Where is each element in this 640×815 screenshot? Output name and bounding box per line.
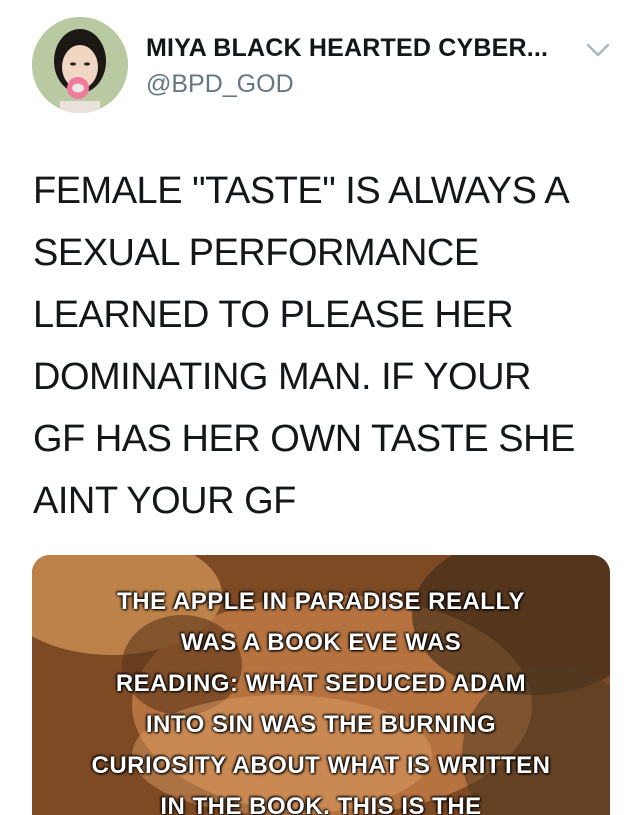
media-caption-line: INTO SIN WAS THE BURNING [145,711,497,738]
chevron-down-icon[interactable] [585,40,611,60]
tweet-media-image[interactable]: THE APPLE IN PARADISE REALLY WAS A BOOK … [32,555,610,815]
author-handle[interactable]: @BPD_GOD [146,70,294,99]
media-caption-line: IN THE BOOK. THIS IS THE [160,793,482,815]
media-caption-line: WAS A BOOK EVE WAS [180,629,462,656]
tweet-text: FEMALE "TASTE" IS ALWAYS A SEXUAL PERFOR… [33,170,575,522]
author-avatar[interactable] [32,17,128,113]
media-caption-line: CURIOSITY ABOUT WHAT IS WRITTEN [91,752,551,779]
media-caption-line: THE APPLE IN PARADISE REALLY [117,588,525,615]
tweet-header: MIYA BLACK HEARTED CYBER... @BPD_GOD [0,0,640,130]
media-caption: THE APPLE IN PARADISE REALLY WAS A BOOK … [32,581,610,815]
media-caption-line: READING: WHAT SEDUCED ADAM [115,670,527,697]
avatar-image [32,17,128,113]
author-name[interactable]: MIYA BLACK HEARTED CYBER... [146,34,548,63]
